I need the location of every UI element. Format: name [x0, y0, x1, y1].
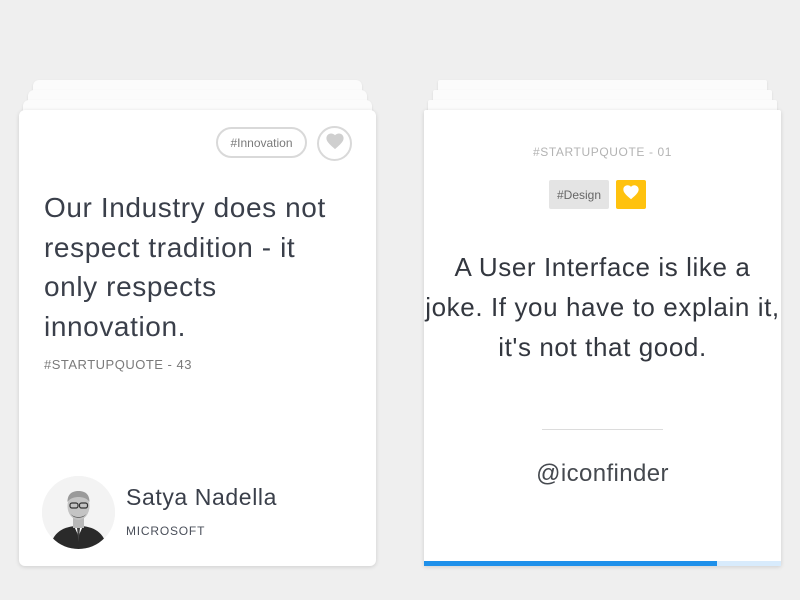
avatar	[42, 476, 115, 549]
quote-meta: #STARTUPQUOTE - 01	[532, 145, 673, 159]
tag-innovation[interactable]: #Innovation	[216, 127, 307, 158]
progress-bar	[424, 561, 781, 566]
divider	[542, 429, 663, 430]
quote-text: A User Interface is like a joke. If you …	[425, 252, 780, 362]
quote-text: Our Industry does not respect tradition …	[44, 192, 326, 342]
like-button[interactable]	[616, 180, 646, 209]
quote-card-satya-nadella[interactable]: #Innovation Our Industry does not respec…	[19, 110, 376, 566]
author-handle[interactable]: @iconfinder	[424, 460, 781, 488]
tag-design[interactable]: #Design	[549, 180, 609, 209]
quote-meta: #STARTUPQUOTE - 43	[44, 357, 192, 372]
progress-fill	[424, 561, 717, 566]
like-button[interactable]	[317, 126, 352, 161]
author-company: MICROSOFT	[126, 524, 206, 538]
quote-card-iconfinder[interactable]: #STARTUPQUOTE - 01 #Design A User Interf…	[424, 110, 781, 566]
heart-icon	[325, 132, 345, 155]
heart-icon	[622, 184, 640, 205]
author-name: Satya Nadella	[126, 484, 277, 510]
